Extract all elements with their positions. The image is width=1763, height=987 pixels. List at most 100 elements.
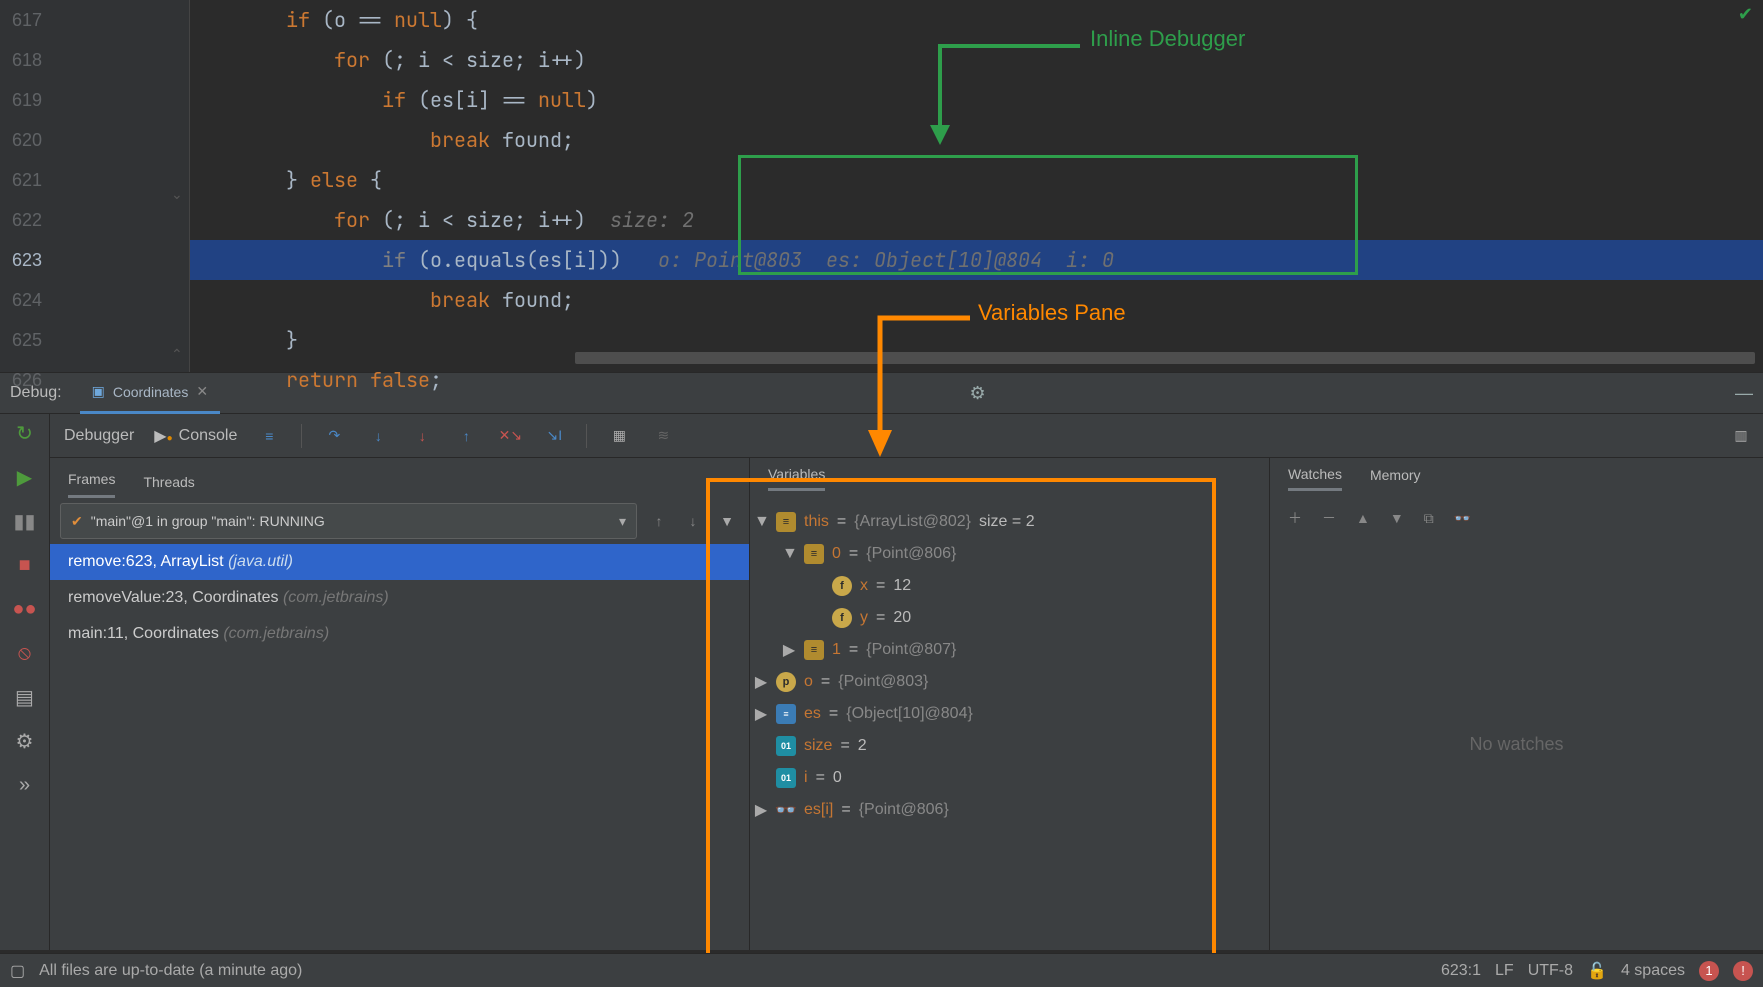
resume-icon[interactable]: ▶ xyxy=(12,464,38,490)
expand-icon[interactable]: ▼ xyxy=(782,545,796,563)
step-out-icon[interactable]: ↑ xyxy=(454,424,478,448)
expand-icon[interactable]: ▶ xyxy=(754,672,768,692)
line-number: 617 xyxy=(0,0,189,40)
object-icon: ≡ xyxy=(804,640,824,660)
arrow-icon xyxy=(860,312,970,462)
frames-column: Frames Threads ✔ "main"@1 in group "main… xyxy=(50,458,750,950)
force-step-into-icon[interactable]: ↓ xyxy=(410,424,434,448)
settings-icon[interactable]: ⚙ xyxy=(12,728,38,754)
watches-pane: Watches Memory ＋ － ▲ ▼ ⧉ 👓 No watches xyxy=(1270,458,1763,950)
tab-console[interactable]: ▶●Console xyxy=(154,426,237,446)
fold-handle-icon[interactable]: ⌄ xyxy=(171,174,183,186)
separator xyxy=(301,424,302,448)
drop-frame-icon[interactable]: ✕↘ xyxy=(498,424,522,448)
more-icon[interactable]: » xyxy=(12,772,38,798)
stop-icon[interactable]: ■ xyxy=(12,552,38,578)
inline-hint: o: Point@803 es: Object[10]@804 i: 0 xyxy=(622,247,1114,273)
thread-dropdown[interactable]: ✔ "main"@1 in group "main": RUNNING ▾ xyxy=(60,503,637,539)
expand-icon[interactable]: ▶ xyxy=(754,800,768,820)
debug-main: Debugger ▶●Console ≡ ↷ ↓ ↓ ↑ ✕↘ ↘I ▦ ≋ ▥… xyxy=(50,414,1763,950)
expand-icon[interactable]: ▼ xyxy=(754,513,768,531)
tab-threads[interactable]: Threads xyxy=(143,474,194,498)
annotation-label-vars: Variables Pane xyxy=(978,300,1126,326)
thread-selector-row: ✔ "main"@1 in group "main": RUNNING ▾ ↑ … xyxy=(50,498,749,544)
line-number: 626 xyxy=(0,360,189,400)
prev-frame-icon[interactable]: ↑ xyxy=(647,513,671,529)
expand-icon[interactable]: ▶ xyxy=(782,640,796,660)
line-separator[interactable]: LF xyxy=(1495,962,1514,980)
watches-header: Watches Memory xyxy=(1270,458,1763,498)
error-count-badge[interactable]: 1 xyxy=(1699,961,1719,981)
move-up-icon[interactable]: ▲ xyxy=(1356,510,1370,526)
file-encoding[interactable]: UTF-8 xyxy=(1528,962,1573,980)
threads-icon[interactable]: ≡ xyxy=(257,424,281,448)
int-icon: 01 xyxy=(776,736,796,756)
tab-watches[interactable]: Watches xyxy=(1288,466,1342,491)
frames-tabs: Frames Threads xyxy=(50,458,749,498)
thread-label: "main"@1 in group "main": RUNNING xyxy=(91,513,325,529)
layout-icon[interactable]: ▥ xyxy=(1729,424,1753,448)
line-number: 619 xyxy=(0,80,189,120)
watches-toolbar: ＋ － ▲ ▼ ⧉ 👓 xyxy=(1270,498,1763,538)
field-icon: f xyxy=(832,608,852,628)
inline-hint: size: 2 xyxy=(586,207,694,233)
stack-frame[interactable]: main:11, Coordinates (com.jetbrains) xyxy=(50,616,749,652)
line-number: 621⌄ xyxy=(0,160,189,200)
chevron-down-icon: ▾ xyxy=(619,513,626,530)
line-number: 622 xyxy=(0,200,189,240)
next-frame-icon[interactable]: ↓ xyxy=(681,513,705,529)
tab-debugger[interactable]: Debugger xyxy=(64,427,134,445)
object-icon: ≡ xyxy=(804,544,824,564)
glasses-icon: 👓 xyxy=(776,800,796,820)
frames-list: remove:623, ArrayList (java.util) remove… xyxy=(50,544,749,950)
console-icon: ▶● xyxy=(154,426,172,446)
camera-icon[interactable]: ▤ xyxy=(12,684,38,710)
check-icon: ✔ xyxy=(71,513,83,530)
lock-icon[interactable]: 🔓 xyxy=(1587,961,1607,981)
trace-icon[interactable]: ≋ xyxy=(651,424,675,448)
move-down-icon[interactable]: ▼ xyxy=(1390,510,1404,526)
mute-breakpoints-icon[interactable]: ⦸ xyxy=(12,640,38,666)
debug-lower: Frames Threads ✔ "main"@1 in group "main… xyxy=(50,458,1763,950)
field-icon: f xyxy=(832,576,852,596)
copy-icon[interactable]: ⧉ xyxy=(1424,510,1434,527)
variables-pane: Variables ▼≡this = {ArrayList@802} size … xyxy=(750,458,1270,950)
caret-position[interactable]: 623:1 xyxy=(1441,962,1481,980)
remove-watch-icon[interactable]: － xyxy=(1322,508,1336,528)
arrow-icon xyxy=(920,40,1080,155)
run-to-cursor-icon[interactable]: ↘I xyxy=(542,424,566,448)
view-breakpoints-icon[interactable]: ●● xyxy=(12,596,38,622)
line-number: 624 xyxy=(0,280,189,320)
variables-tree[interactable]: ▼≡this = {ArrayList@802} size = 2 ▼≡0 = … xyxy=(750,498,1269,834)
stack-frame[interactable]: removeValue:23, Coordinates (com.jetbrai… xyxy=(50,580,749,616)
tab-variables[interactable]: Variables xyxy=(768,466,825,491)
filter-icon[interactable]: ▼ xyxy=(715,513,739,529)
horizontal-scrollbar[interactable] xyxy=(575,352,1755,364)
line-number: 620 xyxy=(0,120,189,160)
add-watch-icon[interactable]: ＋ xyxy=(1288,508,1302,528)
sync-icon[interactable]: ▢ xyxy=(10,961,25,981)
fatal-error-icon[interactable]: ! xyxy=(1733,961,1753,981)
expand-icon[interactable]: ▶ xyxy=(754,704,768,724)
debug-sidebar: ↻ ▶ ▮▮ ■ ●● ⦸ ▤ ⚙ » xyxy=(0,414,50,950)
step-into-icon[interactable]: ↓ xyxy=(366,424,390,448)
tab-frames[interactable]: Frames xyxy=(68,471,115,498)
indent-setting[interactable]: 4 spaces xyxy=(1621,962,1685,980)
line-number-current: 623 xyxy=(0,240,189,280)
stack-frame[interactable]: remove:623, ArrayList (java.util) xyxy=(50,544,749,580)
status-message: All files are up-to-date (a minute ago) xyxy=(39,962,302,980)
debug-panel: ↻ ▶ ▮▮ ■ ●● ⦸ ▤ ⚙ » Debugger ▶●Console ≡… xyxy=(0,414,1763,950)
fold-handle-icon[interactable]: ⌃ xyxy=(171,334,183,346)
tab-memory[interactable]: Memory xyxy=(1370,467,1421,489)
vars-watches-area: Variables ▼≡this = {ArrayList@802} size … xyxy=(750,458,1763,950)
step-over-icon[interactable]: ↷ xyxy=(322,424,346,448)
watches-empty: No watches xyxy=(1270,538,1763,950)
array-icon: ≡ xyxy=(776,704,796,724)
rerun-icon[interactable]: ↻ xyxy=(12,420,38,446)
glasses-icon[interactable]: 👓 xyxy=(1454,510,1471,527)
evaluate-icon[interactable]: ▦ xyxy=(607,424,631,448)
status-bar: ▢ All files are up-to-date (a minute ago… xyxy=(0,953,1763,987)
separator xyxy=(586,424,587,448)
inspection-ok-icon[interactable]: ✔ xyxy=(1738,4,1753,25)
pause-icon[interactable]: ▮▮ xyxy=(12,508,38,534)
